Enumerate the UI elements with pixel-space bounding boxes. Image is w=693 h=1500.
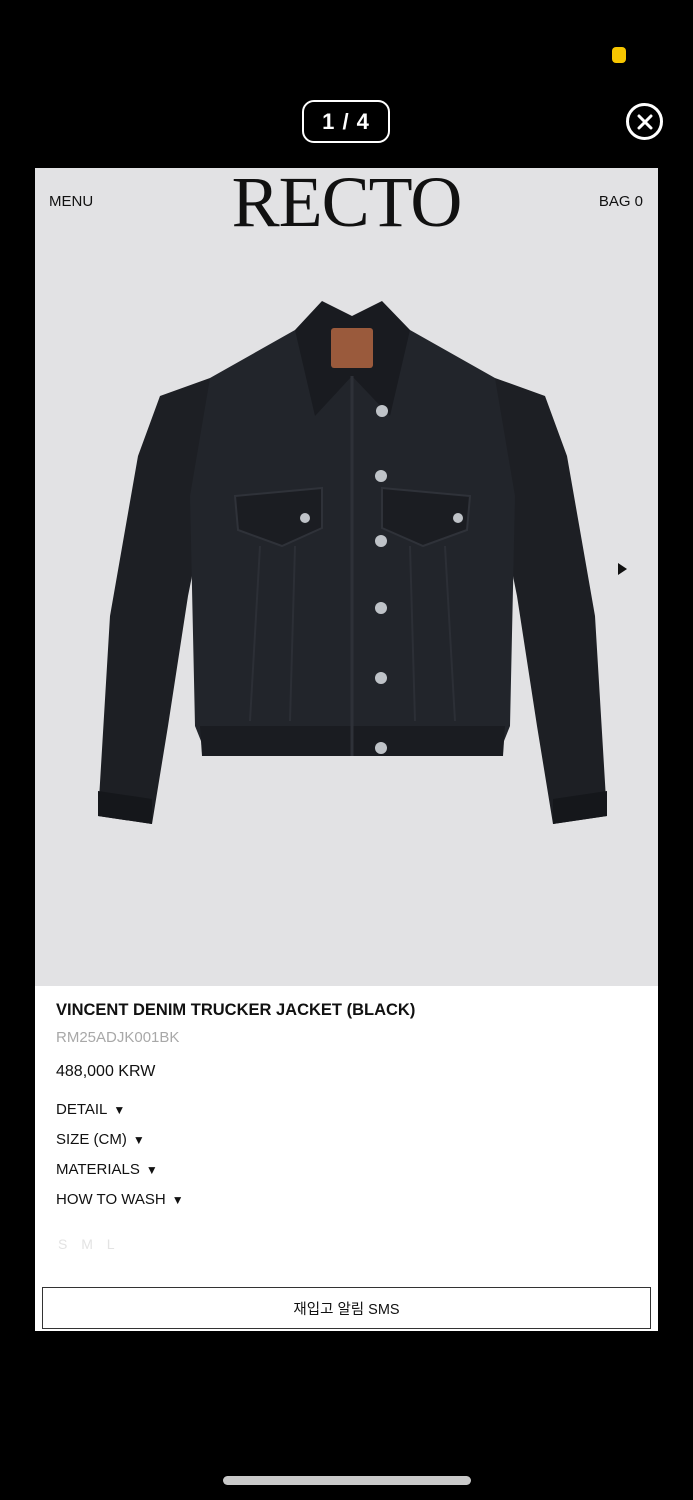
product-image[interactable] bbox=[90, 296, 615, 836]
bag-link[interactable]: BAG 0 bbox=[599, 193, 643, 210]
status-indicator bbox=[612, 47, 626, 63]
size-option-s[interactable]: S bbox=[58, 1236, 69, 1252]
product-info: VINCENT DENIM TRUCKER JACKET (BLACK) RM2… bbox=[56, 1000, 636, 1220]
home-indicator[interactable] bbox=[223, 1476, 471, 1485]
accordion-size[interactable]: SIZE (CM) ▼ bbox=[56, 1130, 636, 1160]
size-option-l[interactable]: L bbox=[107, 1236, 117, 1252]
brand-logo[interactable]: RECTO bbox=[35, 168, 658, 238]
restock-sms-button[interactable]: 재입고 알림 SMS bbox=[42, 1287, 651, 1329]
screenshot-viewer: RECTO MENU BAG 0 VINCENT DENIM TRUCKER J… bbox=[35, 168, 658, 1331]
size-options: S M L bbox=[58, 1236, 123, 1252]
caret-down-icon: ▼ bbox=[132, 1133, 145, 1147]
product-accordion: DETAIL ▼ SIZE (CM) ▼ MATERIALS ▼ HOW TO … bbox=[56, 1100, 636, 1220]
accordion-how-to-wash[interactable]: HOW TO WASH ▼ bbox=[56, 1190, 636, 1220]
caret-down-icon: ▼ bbox=[145, 1163, 158, 1177]
close-button[interactable] bbox=[626, 103, 663, 140]
product-title: VINCENT DENIM TRUCKER JACKET (BLACK) bbox=[56, 1001, 416, 1019]
next-image-icon[interactable] bbox=[618, 563, 627, 575]
accordion-detail[interactable]: DETAIL ▼ bbox=[56, 1100, 636, 1130]
image-counter: 1 / 4 bbox=[302, 100, 390, 143]
menu-link[interactable]: MENU bbox=[49, 193, 93, 210]
product-hero: RECTO MENU BAG 0 bbox=[35, 168, 658, 986]
close-icon bbox=[637, 114, 652, 129]
caret-down-icon: ▼ bbox=[171, 1193, 184, 1207]
product-price: 488,000 KRW bbox=[56, 1063, 156, 1080]
product-sku: RM25ADJK001BK bbox=[56, 1029, 180, 1046]
accordion-materials[interactable]: MATERIALS ▼ bbox=[56, 1160, 636, 1190]
size-option-m[interactable]: M bbox=[81, 1236, 95, 1252]
caret-down-icon: ▼ bbox=[113, 1103, 126, 1117]
